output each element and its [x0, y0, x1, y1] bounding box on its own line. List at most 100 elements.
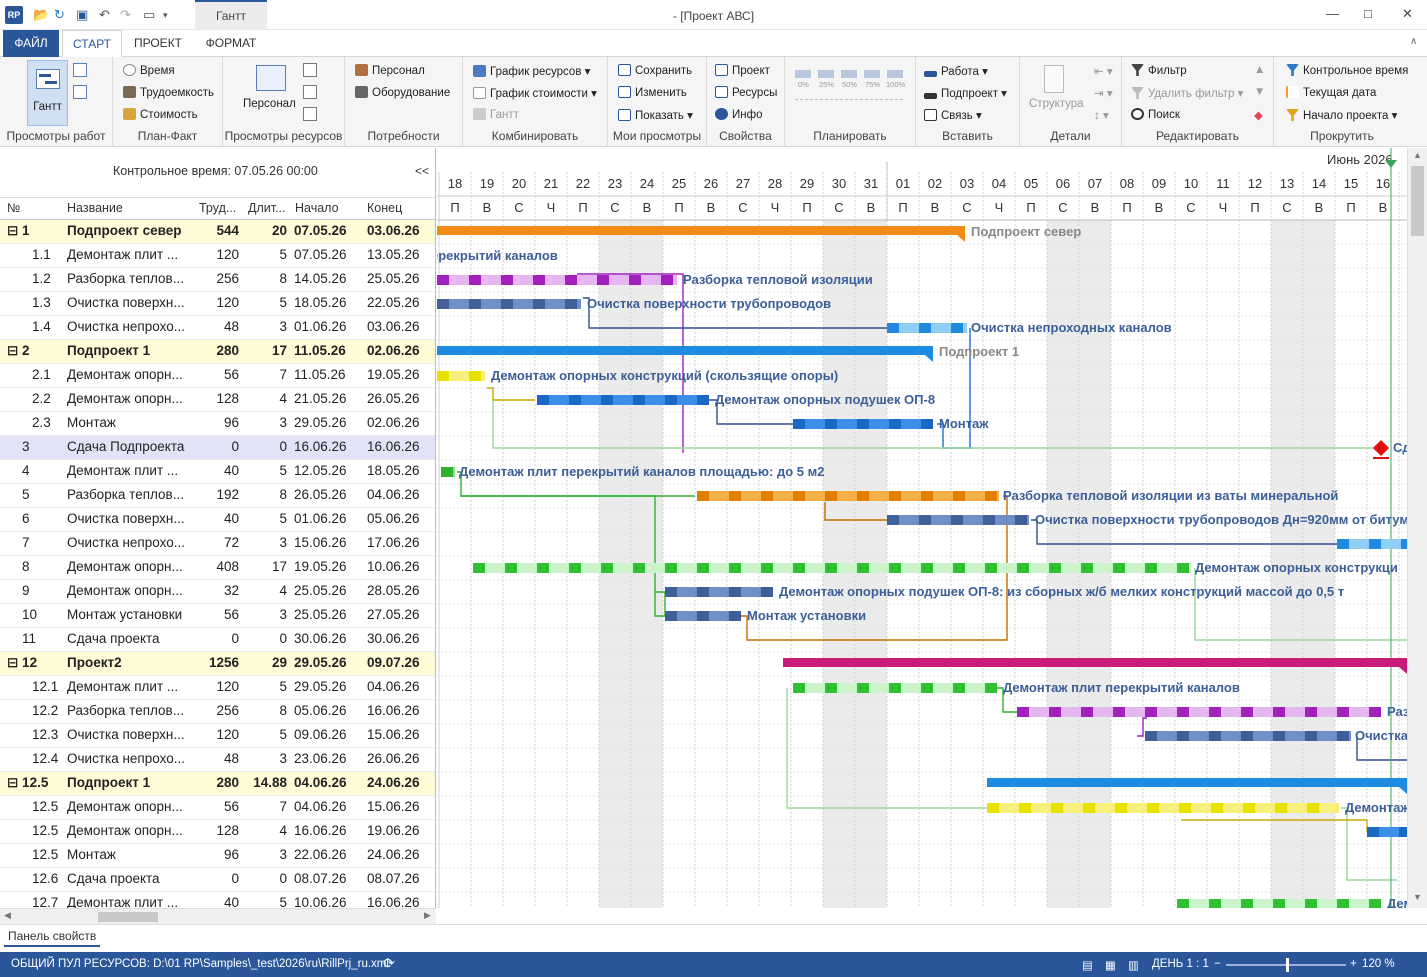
sync-icon[interactable]: ⟳: [383, 955, 395, 972]
control-time-button[interactable]: Контрольное время: [1286, 64, 1408, 77]
task-row[interactable]: 12.6 Сдача проекта 0 0 08.07.26 08.07.26: [0, 868, 435, 892]
project-props-button[interactable]: Проект: [715, 64, 770, 77]
zoom-slider[interactable]: [1226, 958, 1346, 972]
task-row[interactable]: 1.2 Разборка теплов... 256 8 14.05.26 25.05.2…: [0, 268, 435, 292]
equipment-button[interactable]: Оборудование: [355, 86, 450, 99]
minimize-button[interactable]: —: [1326, 6, 1339, 21]
structure-icon[interactable]: [1044, 65, 1064, 93]
vertical-scrollbar[interactable]: ▲ ▼: [1407, 148, 1427, 908]
current-date-button[interactable]: Текущая дата: [1286, 86, 1376, 99]
task-row[interactable]: 11 Сдача проекта 0 0 30.06.26 30.06.26: [0, 628, 435, 652]
personnel-button[interactable]: Персонал: [355, 64, 425, 77]
tab-file[interactable]: ФАЙЛ: [3, 30, 59, 57]
gantt-chart[interactable]: Июнь 2026 18 П 19 В 20 С 21 Ч 22 П 23 С 24 В 25 П 26 В 27 С 2…: [437, 148, 1407, 908]
col-end[interactable]: Конец: [367, 201, 402, 215]
properties-panel-tab[interactable]: Панель свойств: [4, 929, 101, 947]
task-row[interactable]: 4 Демонтаж плит ... 40 5 12.05.26 18.05.26: [0, 460, 435, 484]
task-row[interactable]: 12.5 Демонтаж опорн... 56 7 04.06.26 15.06.26: [0, 796, 435, 820]
gantt-combine-button[interactable]: Гантт: [473, 108, 519, 121]
filter-button[interactable]: Фильтр: [1131, 64, 1187, 77]
progress-0-icon[interactable]: [795, 70, 811, 78]
search-button[interactable]: Поиск: [1131, 108, 1180, 121]
insert-work-button[interactable]: Работа ▾: [924, 64, 988, 78]
project-start-button[interactable]: Начало проекта ▾: [1286, 108, 1397, 122]
eraser-icon[interactable]: ◆: [1254, 108, 1263, 122]
outdent-icon[interactable]: ⇤ ▾: [1094, 64, 1113, 78]
task-row[interactable]: 12.5 Монтаж 96 3 22.06.26 24.06.26: [0, 844, 435, 868]
resource-chart-button[interactable]: График ресурсов ▾: [473, 64, 590, 78]
col-name[interactable]: Название: [67, 201, 123, 215]
save-view-button[interactable]: Сохранить: [618, 64, 692, 77]
vertical-scroll-thumb[interactable]: [1411, 166, 1424, 236]
personnel-view-button[interactable]: Персонал: [243, 98, 296, 110]
collapse-grid-button[interactable]: <<: [415, 164, 429, 178]
info-button[interactable]: Инфо: [715, 108, 762, 121]
time-button[interactable]: Время: [123, 64, 175, 77]
move-icon[interactable]: ↕ ▾: [1094, 108, 1109, 122]
labor-button[interactable]: Трудоемкость: [123, 86, 214, 99]
task-row[interactable]: 1.1 Демонтаж плит ... 120 5 07.05.26 13.05.26: [0, 244, 435, 268]
plan-tools-row[interactable]: [795, 99, 903, 111]
progress-50-icon[interactable]: [841, 70, 857, 78]
task-row[interactable]: 8 Демонтаж опорн... 408 17 19.05.26 10.06.26: [0, 556, 435, 580]
task-row[interactable]: 2.3 Монтаж 96 3 29.05.26 02.06.26: [0, 412, 435, 436]
task-row[interactable]: 1.3 Очистка поверхн... 120 5 18.05.26 22.05.2…: [0, 292, 435, 316]
personnel-sheet-icon[interactable]: [256, 65, 286, 91]
structure-button[interactable]: Структура: [1029, 98, 1084, 110]
insert-subproject-button[interactable]: Подпроект ▾: [924, 86, 1007, 100]
col-no[interactable]: №: [7, 201, 20, 215]
scroll-left-icon[interactable]: ◀: [4, 910, 11, 921]
gantt-svg[interactable]: Июнь 2026 18 П 19 В 20 С 21 Ч 22 П 23 С 24 В 25 П 26 В 27 С 2…: [437, 148, 1407, 908]
task-row[interactable]: 12.1 Демонтаж плит ... 120 5 29.05.26 04.06.2…: [0, 676, 435, 700]
tab-format[interactable]: ФОРМАТ: [196, 30, 266, 57]
summary-row[interactable]: ⊟ 1 Подпроект север 544 20 07.05.26 03.06.26: [0, 220, 435, 244]
insert-link-button[interactable]: Связь ▾: [924, 108, 982, 122]
task-row[interactable]: 2.1 Демонтаж опорн... 56 7 11.05.26 19.05.26: [0, 364, 435, 388]
task-row[interactable]: 12.7 Демонтаж плит ... 40 5 10.06.26 16.06.26: [0, 892, 435, 908]
summary-row[interactable]: ⊟ 12 Проект2 1256 29 29.05.26 09.07.26: [0, 652, 435, 676]
task-row[interactable]: 9 Демонтаж опорн... 32 4 25.05.26 28.05.26: [0, 580, 435, 604]
ribbon-collapse-icon[interactable]: ∧: [1410, 36, 1417, 47]
remove-filter-button[interactable]: Удалить фильтр ▾: [1131, 86, 1243, 100]
resource-table-icon[interactable]: [303, 63, 317, 77]
task-row[interactable]: 12.3 Очистка поверхн... 120 5 09.06.26 15.06.…: [0, 724, 435, 748]
col-labor[interactable]: Труд...: [199, 201, 236, 215]
tab-start[interactable]: СТАРТ: [62, 30, 122, 57]
scroll-up-icon[interactable]: ▲: [1413, 150, 1422, 160]
progress-75-icon[interactable]: [864, 70, 880, 78]
progress-25-icon[interactable]: [818, 70, 834, 78]
tab-project[interactable]: ПРОЕКТ: [127, 30, 189, 57]
task-row[interactable]: 10 Монтаж установки 56 3 25.05.26 27.05.26: [0, 604, 435, 628]
view-gantt-icon[interactable]: ▤: [1082, 958, 1093, 972]
gantt-view-button[interactable]: Гантт: [27, 60, 68, 126]
horizontal-scrollbar[interactable]: ◀ ▶: [0, 908, 436, 924]
maximize-button[interactable]: □: [1364, 6, 1372, 21]
task-row[interactable]: 3 Сдача Подпроекта 0 0 16.06.26 16.06.26: [0, 436, 435, 460]
progress-100-icon[interactable]: [887, 70, 903, 78]
cost-button[interactable]: Стоимость: [123, 108, 198, 121]
up-icon[interactable]: ▲: [1254, 64, 1265, 76]
zoom-in-button[interactable]: +: [1350, 958, 1357, 970]
scroll-right-icon[interactable]: ▶: [424, 910, 431, 921]
task-row[interactable]: 12.2 Разборка теплов... 256 8 05.06.26 16.06.…: [0, 700, 435, 724]
view-split-icon[interactable]: ▥: [1128, 958, 1139, 972]
task-row[interactable]: 2.2 Демонтаж опорн... 128 4 21.05.26 26.05.26: [0, 388, 435, 412]
change-view-button[interactable]: Изменить: [618, 86, 687, 99]
scroll-down-icon[interactable]: ▼: [1413, 892, 1422, 902]
col-duration[interactable]: Длит...: [248, 201, 286, 215]
col-start[interactable]: Начало: [295, 201, 339, 215]
task-row[interactable]: 12.5 Демонтаж опорн... 128 4 16.06.26 19.06.2…: [0, 820, 435, 844]
zoom-slider-thumb[interactable]: [1286, 958, 1289, 972]
task-row[interactable]: 12.4 Очистка непрохо... 48 3 23.06.26 26.06.2…: [0, 748, 435, 772]
resources-props-button[interactable]: Ресурсы: [715, 86, 777, 99]
cost-chart-button[interactable]: График стоимости ▾: [473, 86, 597, 100]
task-row[interactable]: 1.4 Очистка непрохо... 48 3 01.06.26 03.06.26: [0, 316, 435, 340]
close-button[interactable]: ✕: [1402, 6, 1413, 22]
summary-row[interactable]: ⊟ 12.5 Подпроект 1 280 14.88 04.06.26 24.06.2…: [0, 772, 435, 796]
summary-row[interactable]: ⊟ 2 Подпроект 1 280 17 11.05.26 02.06.26: [0, 340, 435, 364]
table-view-icon[interactable]: [73, 63, 87, 77]
network-view-icon[interactable]: [73, 85, 87, 99]
show-view-button[interactable]: Показать ▾: [618, 108, 693, 122]
down-icon[interactable]: ▼: [1254, 86, 1265, 98]
horizontal-scroll-thumb[interactable]: [98, 912, 158, 922]
